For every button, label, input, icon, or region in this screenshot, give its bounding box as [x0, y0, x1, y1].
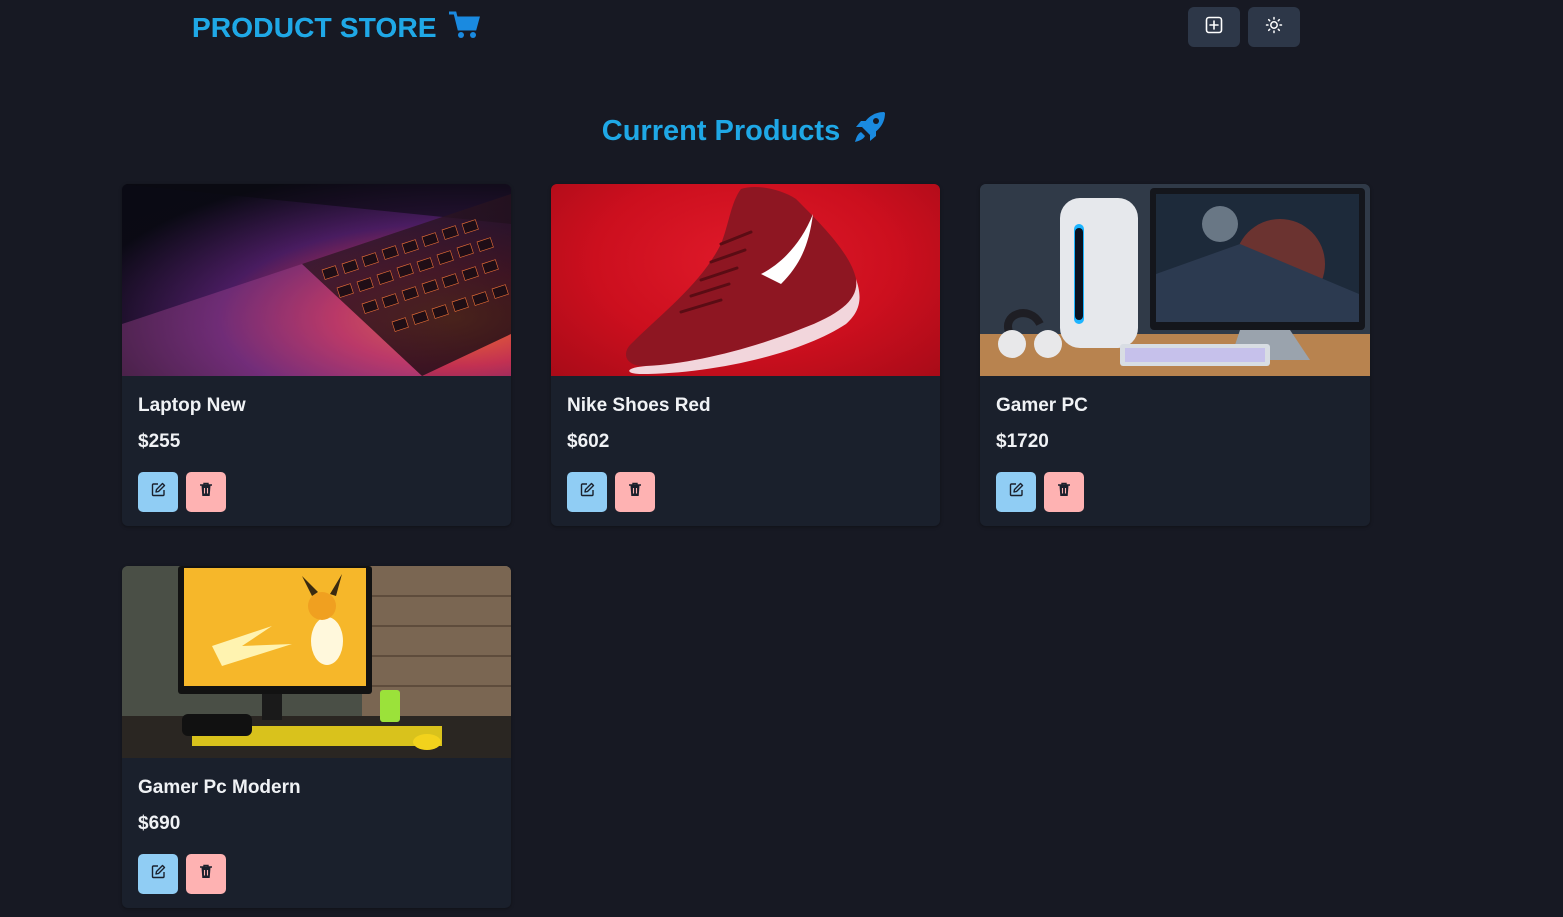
page-title-text: Current Products: [601, 114, 841, 147]
edit-icon: [151, 482, 166, 502]
trash-icon: [628, 482, 642, 502]
delete-product-button[interactable]: [186, 472, 226, 512]
edit-icon: [580, 482, 595, 502]
product-card: Laptop New $255: [122, 184, 511, 526]
product-name: Laptop New: [138, 395, 246, 416]
product-image: [122, 184, 511, 376]
delete-product-button[interactable]: [1044, 472, 1084, 512]
product-image: [122, 566, 511, 758]
delete-product-button[interactable]: [186, 854, 226, 894]
cart-icon: [447, 9, 481, 48]
brand-link[interactable]: PRODUCT STORE: [192, 8, 481, 48]
product-card: Gamer Pc Modern $690: [122, 566, 511, 908]
delete-product-button[interactable]: [615, 472, 655, 512]
product-price: $602: [567, 431, 610, 452]
rocket-icon: [852, 109, 888, 153]
product-name: Nike Shoes Red: [567, 395, 711, 416]
product-name: Gamer PC: [996, 395, 1088, 416]
edit-icon: [151, 864, 166, 884]
brand-title: PRODUCT STORE: [192, 12, 437, 43]
trash-icon: [1057, 482, 1071, 502]
edit-product-button[interactable]: [996, 472, 1036, 512]
product-price: $1720: [996, 431, 1049, 452]
trash-icon: [199, 864, 213, 884]
edit-icon: [1009, 482, 1024, 502]
product-image: [980, 184, 1370, 376]
create-product-button[interactable]: [1188, 7, 1240, 47]
theme-toggle-button[interactable]: [1248, 7, 1300, 47]
navbar: PRODUCT STORE: [0, 0, 1563, 60]
product-name: Gamer Pc Modern: [138, 777, 301, 798]
product-card: Gamer PC $1720: [980, 184, 1370, 526]
edit-product-button[interactable]: [138, 854, 178, 894]
product-image: [551, 184, 940, 376]
product-price: $255: [138, 431, 181, 452]
sun-icon: [1265, 16, 1283, 39]
page-title: Current Products: [0, 108, 1490, 154]
edit-product-button[interactable]: [138, 472, 178, 512]
product-grid: Laptop New $255 Nike Shoes Red $602 Game…: [122, 184, 1372, 908]
product-card: Nike Shoes Red $602: [551, 184, 940, 526]
trash-icon: [199, 482, 213, 502]
edit-product-button[interactable]: [567, 472, 607, 512]
product-price: $690: [138, 813, 181, 834]
plus-square-icon: [1205, 16, 1223, 39]
